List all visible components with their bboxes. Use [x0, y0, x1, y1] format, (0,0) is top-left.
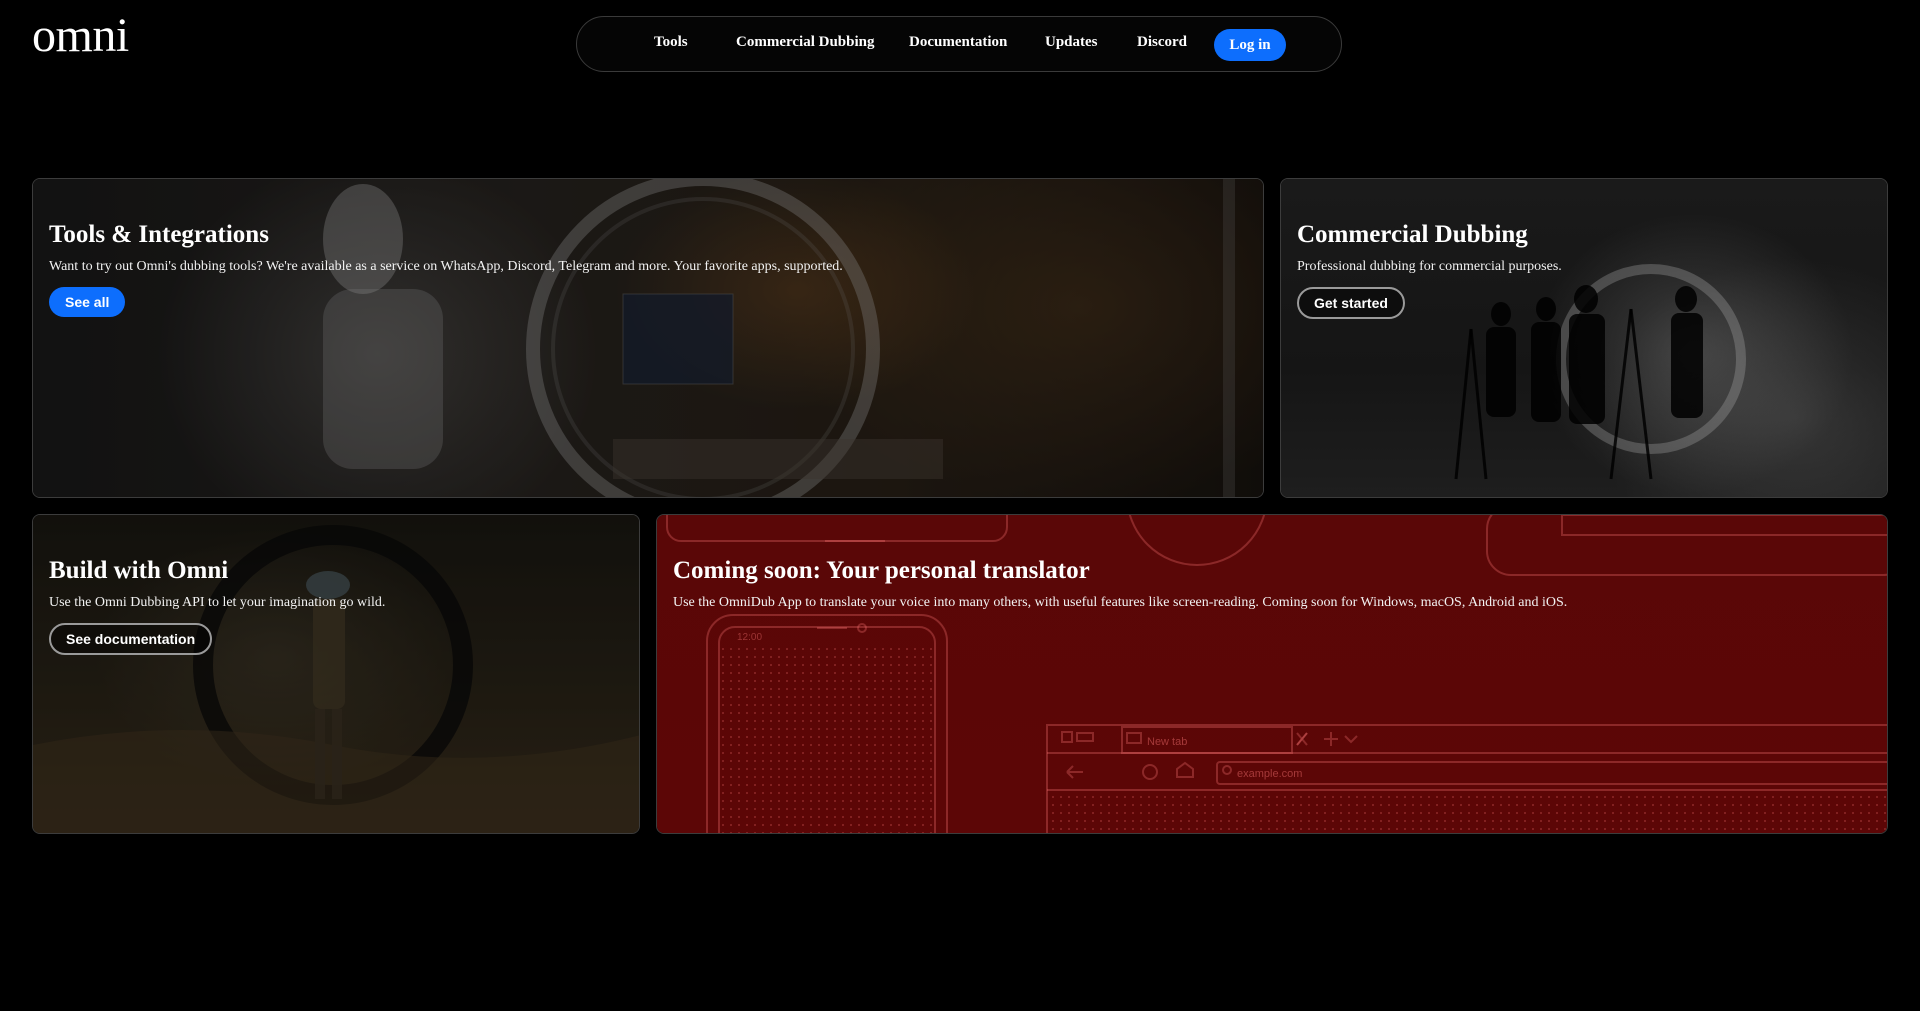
tools-card-content: Tools & Integrations Want to try out Omn…: [49, 221, 1247, 317]
nav-discord[interactable]: Discord: [1137, 34, 1187, 51]
browser-tab-label: New tab: [1147, 736, 1187, 748]
commercial-card-title: Commercial Dubbing: [1297, 221, 1528, 248]
build-card-content: Build with Omni Use the Omni Dubbing API…: [49, 557, 623, 655]
coming-soon-card-title: Coming soon: Your personal translator: [673, 557, 1090, 584]
tools-card-title: Tools & Integrations: [49, 221, 269, 248]
coming-soon-card-description: Use the OmniDub App to translate your vo…: [673, 595, 1568, 610]
nav-updates[interactable]: Updates: [1045, 34, 1098, 51]
phone-time-text: 12:00: [737, 632, 762, 643]
build-with-omni-card: Build with Omni Use the Omni Dubbing API…: [32, 514, 640, 834]
top-nav: Tools Commercial Dubbing Documentation U…: [576, 16, 1342, 72]
browser-body-dots: [1049, 793, 1887, 833]
browser-url-text: example.com: [1237, 768, 1302, 780]
build-card-title: Build with Omni: [49, 557, 229, 584]
phone-screen-dots: [719, 645, 933, 833]
tools-card-description: Want to try out Omni's dubbing tools? We…: [49, 259, 843, 274]
nav-documentation[interactable]: Documentation: [909, 34, 1007, 51]
build-card-description: Use the Omni Dubbing API to let your ima…: [49, 595, 386, 610]
see-documentation-button[interactable]: See documentation: [49, 623, 213, 655]
see-all-button[interactable]: See all: [49, 287, 126, 317]
login-button[interactable]: Log in: [1214, 29, 1286, 61]
nav-commercial-dubbing[interactable]: Commercial Dubbing: [736, 34, 874, 51]
nav-tools[interactable]: Tools: [654, 34, 688, 51]
commercial-card-content: Commercial Dubbing Professional dubbing …: [1297, 221, 1871, 319]
tools-card: Tools & Integrations Want to try out Omn…: [32, 178, 1264, 498]
commercial-card-description: Professional dubbing for commercial purp…: [1297, 259, 1562, 274]
coming-soon-card: 12:00 New tab example.com Coming soon: Y…: [656, 514, 1888, 834]
coming-soon-card-content: Coming soon: Your personal translator Us…: [673, 557, 1871, 623]
omni-logo[interactable]: omni: [32, 8, 129, 63]
get-started-button[interactable]: Get started: [1297, 287, 1405, 319]
commercial-dubbing-card: Commercial Dubbing Professional dubbing …: [1280, 178, 1888, 498]
